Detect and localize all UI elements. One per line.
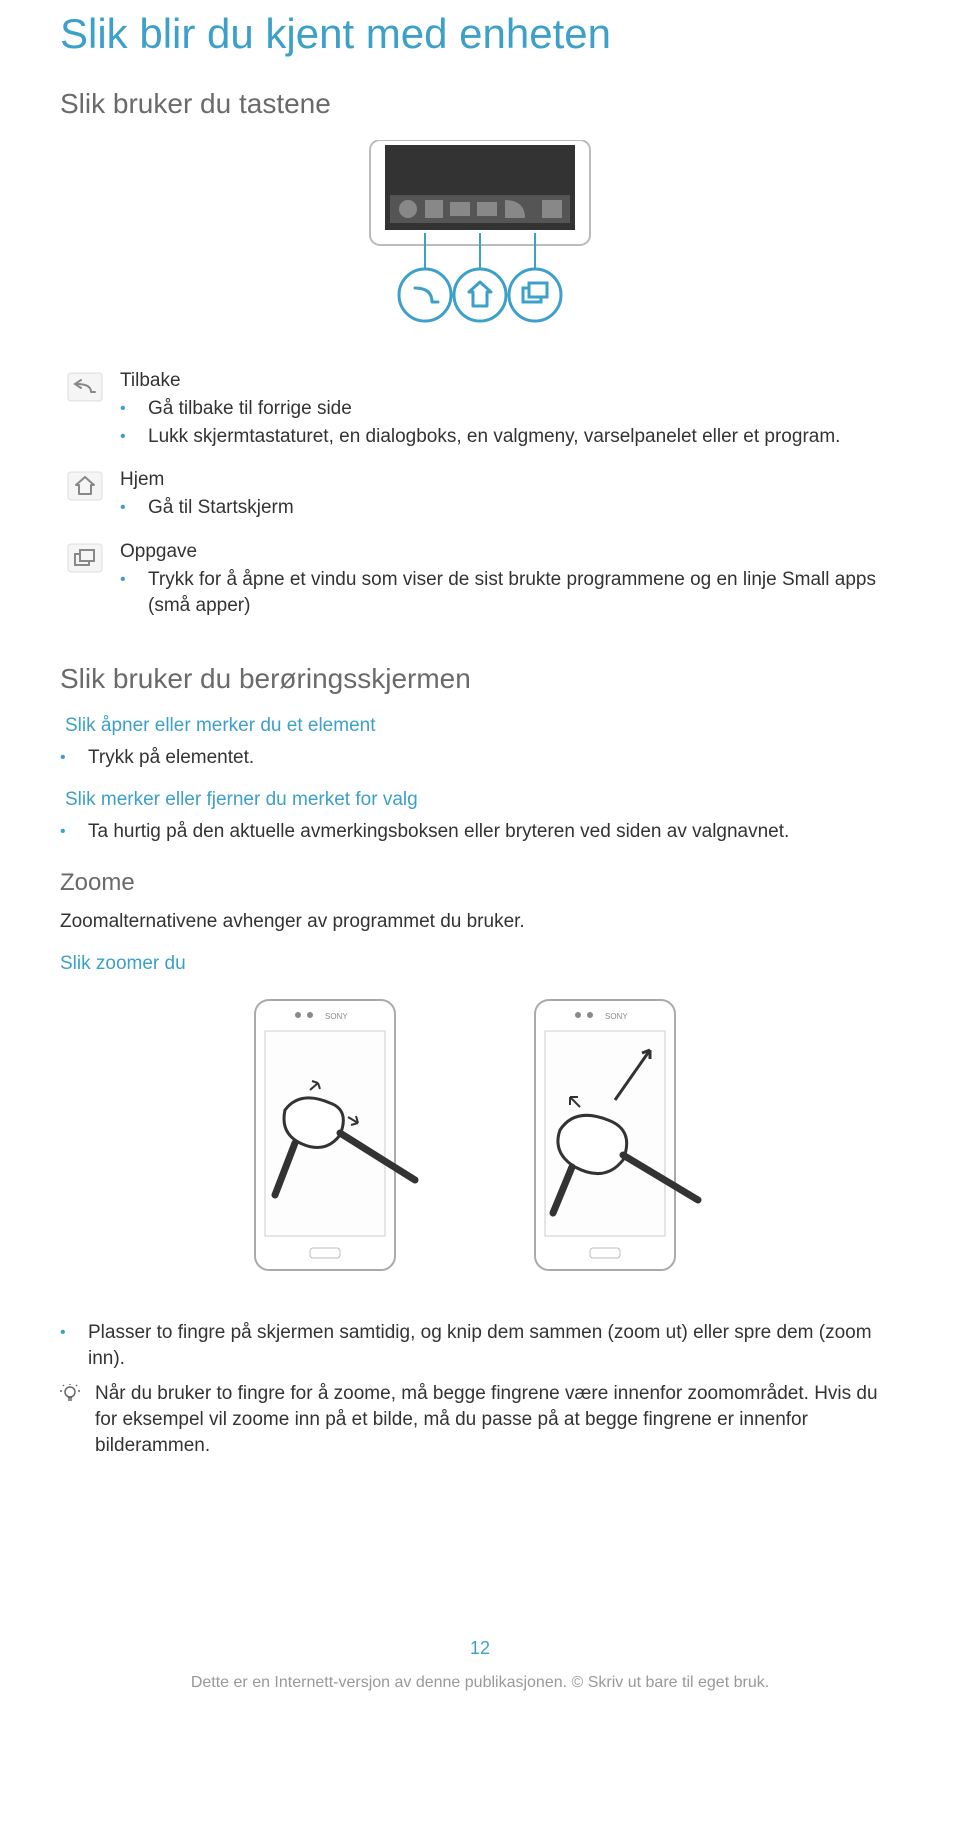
back-key-row: Tilbake • Gå tilbake til forrige side • … bbox=[60, 370, 900, 451]
open-mark-bullet: Trykk på elementet. bbox=[88, 745, 900, 771]
tip-row: Når du bruker to fingre for å zoome, må … bbox=[60, 1381, 900, 1458]
page-title: Slik blir du kjent med enheten bbox=[60, 10, 900, 58]
bullet-icon: • bbox=[120, 424, 148, 448]
task-label: Oppgave bbox=[120, 541, 900, 563]
back-label: Tilbake bbox=[120, 370, 900, 392]
lightbulb-icon bbox=[60, 1384, 80, 1404]
zoom-text: Zoomalternativene avhenger av programmet… bbox=[60, 909, 900, 935]
home-label: Hjem bbox=[120, 469, 900, 491]
bullet-icon: • bbox=[60, 819, 88, 843]
zoom-title: Zoome bbox=[60, 869, 900, 897]
task-key-row: Oppgave • Trykk for å åpne et vindu som … bbox=[60, 541, 900, 620]
home-icon bbox=[67, 471, 103, 501]
back-bullet-2: Lukk skjermtastaturet, en dialogboks, en… bbox=[148, 424, 900, 450]
task-icon bbox=[67, 543, 103, 573]
section-touch-title: Slik bruker du berøringsskjermen bbox=[60, 663, 900, 695]
home-bullet-1: Gå til Startskjerm bbox=[148, 495, 900, 521]
bullet-icon: • bbox=[120, 396, 148, 420]
back-bullet-1: Gå tilbake til forrige side bbox=[148, 396, 900, 422]
zoom-bullet: Plasser to fingre på skjermen samtidig, … bbox=[88, 1320, 900, 1371]
page-number: 12 bbox=[60, 1638, 900, 1659]
mark-unmark-heading: Slik merker eller fjerner du merket for … bbox=[65, 789, 900, 811]
home-key-row: Hjem • Gå til Startskjerm bbox=[60, 469, 900, 523]
back-icon bbox=[67, 372, 103, 402]
zoom-tip: Når du bruker to fingre for å zoome, må … bbox=[95, 1381, 900, 1458]
task-bullet-1: Trykk for å åpne et vindu som viser de s… bbox=[148, 567, 900, 618]
footer-text: Dette er en Internett-versjon av denne p… bbox=[60, 1674, 900, 1692]
bullet-icon: • bbox=[120, 567, 148, 591]
phone-buttons-illustration bbox=[60, 140, 900, 340]
zoom-illustration: SONY SONY bbox=[60, 995, 900, 1285]
zoom-how-heading: Slik zoomer du bbox=[60, 953, 900, 975]
section-keys-title: Slik bruker du tastene bbox=[60, 88, 900, 120]
svg-text:SONY: SONY bbox=[605, 1012, 628, 1021]
svg-text:SONY: SONY bbox=[325, 1012, 348, 1021]
bullet-icon: • bbox=[60, 1320, 88, 1344]
mark-unmark-bullet: Ta hurtig på den aktuelle avmerkingsboks… bbox=[88, 819, 900, 845]
open-mark-heading: Slik åpner eller merker du et element bbox=[65, 715, 900, 737]
bullet-icon: • bbox=[60, 745, 88, 769]
bullet-icon: • bbox=[120, 495, 148, 519]
